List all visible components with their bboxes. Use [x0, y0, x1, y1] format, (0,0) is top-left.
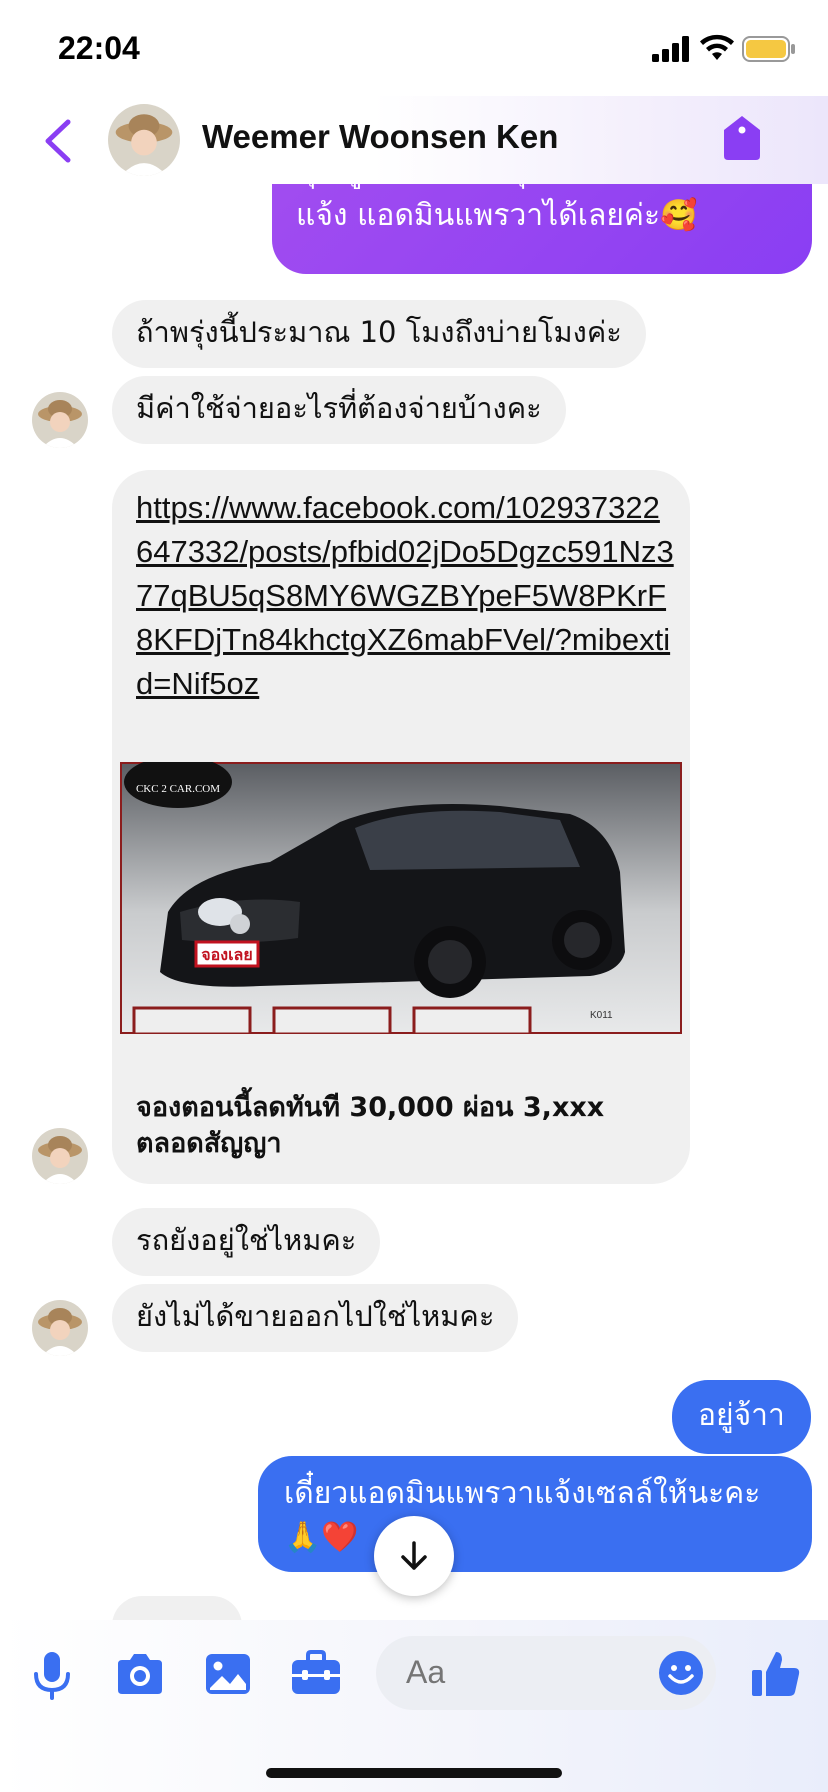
message-composer — [0, 1620, 828, 1792]
avatar-photo — [108, 104, 180, 176]
link-preview-image[interactable]: CKC 2 CAR.COM จองเลย K011 — [120, 762, 682, 1034]
tag-icon[interactable] — [722, 114, 762, 162]
camera-icon[interactable] — [112, 1646, 168, 1702]
image-code: K011 — [590, 1010, 613, 1021]
message-thread[interactable]: คุณลูกค้าสะดวกคุยช่วงเวลาไหนคะ แจ้ง แอดม… — [0, 0, 828, 1620]
contact-name[interactable]: Weemer Woonsen Ken — [202, 118, 558, 156]
message-text: ถ้าพรุ่งนี้ประมาณ 10 โมงถึงบ่ายโมงค่ะ — [136, 315, 622, 349]
toolbox-icon[interactable] — [288, 1646, 344, 1702]
link-url[interactable]: https://www.facebook.com/102937322647332… — [136, 486, 676, 706]
message-text: อยู่จ้าา — [698, 1398, 785, 1433]
incoming-message[interactable]: มีค่าใช้จ่ายอะไรที่ต้องจ่ายบ้างคะ — [112, 376, 566, 444]
message-text: มีค่าใช้จ่ายอะไรที่ต้องจ่ายบ้างคะ — [136, 391, 542, 425]
avatar-photo — [32, 1300, 88, 1356]
outgoing-message[interactable]: เดี๋ยวแอดมินแพรวาแจ้งเซลล์ให้นะคะ 🙏❤️ — [258, 1456, 812, 1572]
thumbs-up-icon[interactable] — [748, 1646, 804, 1702]
incoming-message[interactable]: รถยังอยู่ใช่ไหมคะ — [112, 1208, 381, 1276]
back-chevron-icon[interactable] — [40, 118, 76, 164]
emoji-icon[interactable] — [658, 1650, 704, 1696]
message-text: รถยังอยู่ใช่ไหมคะ — [136, 1223, 357, 1257]
contact-avatar[interactable] — [32, 1128, 88, 1184]
link-preview-caption: จองตอนนี้ลดทันที 30,000 ผ่อน 3,xxx ตลอดส… — [136, 1092, 605, 1159]
contact-avatar[interactable] — [32, 1300, 88, 1356]
message-text: แจ้ง แอดมินแพรวาได้เลยค่ะ🥰 — [296, 198, 698, 233]
contact-avatar[interactable] — [108, 104, 180, 176]
contact-avatar[interactable] — [32, 392, 88, 448]
message-input[interactable] — [406, 1654, 626, 1691]
message-text: 🙏❤️ — [284, 1520, 359, 1555]
microphone-icon[interactable] — [24, 1646, 80, 1702]
message-input-box[interactable] — [376, 1636, 716, 1710]
message-text: เดี๋ยวแอดมินแพรวาแจ้งเซลล์ให้นะคะ — [284, 1476, 761, 1511]
outgoing-message[interactable]: อยู่จ้าา — [672, 1380, 811, 1454]
scroll-to-bottom-button[interactable] — [374, 1516, 454, 1596]
arrow-down-icon — [401, 1541, 427, 1570]
home-indicator — [266, 1768, 562, 1778]
avatar-photo — [32, 1128, 88, 1184]
avatar-photo — [32, 392, 88, 448]
incoming-message-partial[interactable] — [112, 1596, 242, 1620]
incoming-message[interactable]: ถ้าพรุ่งนี้ประมาณ 10 โมงถึงบ่ายโมงค่ะ — [112, 300, 646, 368]
image-badge: จองเลย — [201, 945, 252, 964]
message-text: ยังไม่ได้ขายออกไปใช่ไหมคะ — [136, 1299, 495, 1333]
image-watermark: CKC 2 CAR.COM — [136, 783, 220, 795]
link-preview-message[interactable]: https://www.facebook.com/102937322647332… — [112, 470, 690, 1184]
gallery-icon[interactable] — [200, 1646, 256, 1702]
incoming-message[interactable]: ยังไม่ได้ขายออกไปใช่ไหมคะ — [112, 1284, 519, 1352]
chat-header: Weemer Woonsen Ken — [0, 96, 828, 184]
